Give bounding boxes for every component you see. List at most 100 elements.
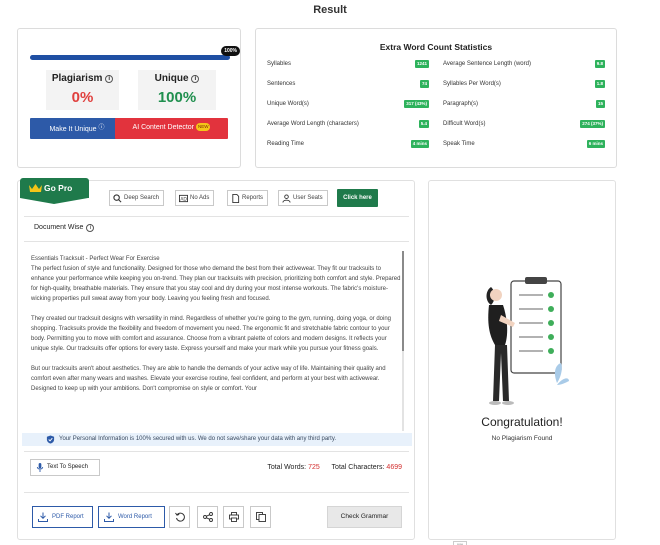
unique-box: Unique i 100% xyxy=(138,70,216,110)
total-words-value: 725 xyxy=(308,464,320,471)
reload-icon xyxy=(175,512,185,522)
print-button[interactable] xyxy=(223,506,244,528)
word-report-button[interactable]: Word Report xyxy=(98,506,165,528)
download-icon xyxy=(38,512,48,522)
editor-card: Go Pro Deep Search AD No Ads Reports Use… xyxy=(17,178,415,540)
print-icon xyxy=(229,512,239,522)
total-characters-value: 4699 xyxy=(386,464,402,471)
text-to-speech-button[interactable]: Text To Speech xyxy=(30,459,100,476)
stat-value: 1241 xyxy=(414,60,429,68)
reports-button[interactable]: Reports xyxy=(227,190,269,206)
divider xyxy=(24,451,409,452)
copy-button[interactable] xyxy=(250,506,271,528)
stat-label: Speak Time xyxy=(443,141,475,147)
stat-row: Syllables 1241 xyxy=(267,59,429,71)
divider xyxy=(24,216,409,217)
stat-label: Sentences xyxy=(267,81,296,87)
congrats-subtitle: No Plagiarism Found xyxy=(491,435,553,442)
info-icon[interactable]: i xyxy=(191,75,200,83)
click-here-button[interactable]: Click here xyxy=(337,189,378,207)
svg-text:AD: AD xyxy=(180,196,187,202)
user-seats-button[interactable]: User Seats xyxy=(278,190,328,206)
progress-bar: 100% xyxy=(30,46,240,60)
no-ads-label: No Ads xyxy=(190,195,210,201)
stat-value: 74 xyxy=(419,80,429,88)
make-unique-label: Make It Unique xyxy=(49,126,97,133)
user-seats-label: User Seats xyxy=(293,195,323,201)
document-text-area[interactable]: Essentials Tracksuit - Perfect Wear For … xyxy=(31,254,403,430)
stat-row: Sentences 74 xyxy=(267,79,429,91)
share-button[interactable] xyxy=(197,506,218,528)
document-paragraph: They created our tracksuit designs with … xyxy=(31,316,392,352)
stat-value: 274 (37%) xyxy=(580,120,605,128)
reload-button[interactable] xyxy=(169,506,190,528)
stat-row: Unique Word(s) 317 (43%) xyxy=(267,99,429,111)
plagiarism-value: 0% xyxy=(71,89,94,106)
deep-search-label: Deep Search xyxy=(124,195,160,201)
ai-content-detector-button[interactable]: AI Content Detector NEW xyxy=(115,118,228,139)
total-words-label: Total Words: xyxy=(267,464,307,471)
document-icon xyxy=(232,194,240,203)
plagiarism-box: Plagiarism i 0% xyxy=(46,70,119,110)
scrollbar[interactable] xyxy=(402,251,404,431)
scrollbar-thumb[interactable] xyxy=(402,251,404,351)
reports-label: Reports xyxy=(242,195,264,201)
info-icon[interactable]: i xyxy=(86,224,95,232)
copy-icon xyxy=(256,512,266,522)
go-pro-ribbon xyxy=(20,198,88,204)
info-icon: ⓘ xyxy=(98,125,105,131)
stat-value: 15 xyxy=(595,100,605,108)
page-title: Result xyxy=(313,4,347,16)
result-card: 100% Plagiarism i 0% Unique i 100% Make … xyxy=(17,28,241,168)
pdf-report-button[interactable]: PDF Report xyxy=(32,506,93,528)
check-grammar-button[interactable]: Check Grammar xyxy=(327,506,402,528)
stat-label: Unique Word(s) xyxy=(267,101,309,107)
deep-search-button[interactable]: Deep Search xyxy=(109,190,165,206)
download-icon xyxy=(104,512,114,522)
stat-label: Syllables xyxy=(267,61,292,67)
unique-label: Unique xyxy=(154,73,189,84)
ad-block-icon: AD xyxy=(179,194,188,202)
stat-row: Paragraph(s) 15 xyxy=(443,99,605,111)
progress-badge: 100% xyxy=(221,46,240,56)
progress-fill xyxy=(30,55,230,60)
divider xyxy=(24,492,409,493)
totals: Total Words: 725 Total Characters: 4699 xyxy=(267,464,402,471)
stat-value: 317 (43%) xyxy=(404,100,429,108)
secure-notice-text: Your Personal Information is 100% secure… xyxy=(59,436,337,442)
make-unique-button[interactable]: Make It Unique ⓘ xyxy=(30,118,124,139)
stat-value: 4 mins xyxy=(410,140,429,148)
extra-stats-card: Extra Word Count Statistics Syllables 124… xyxy=(255,28,617,168)
congrats-title: Congratulation! xyxy=(481,415,563,429)
user-icon xyxy=(282,194,291,203)
search-icon xyxy=(113,194,122,203)
stat-value: 1.8 xyxy=(594,80,605,88)
document-paragraph: But our tracksuits aren't about aestheti… xyxy=(31,366,386,392)
stat-row: Average Sentence Length (word) 9.8 xyxy=(443,59,605,71)
go-pro-label: Go Pro xyxy=(44,183,73,193)
crown-icon xyxy=(29,184,42,192)
go-pro-button[interactable]: Go Pro xyxy=(20,178,89,198)
stat-row: Speak Time 6 mins xyxy=(443,139,605,151)
stat-label: Difficult Word(s) xyxy=(443,121,486,127)
congrats-card: Congratulation! No Plagiarism Found xyxy=(428,180,616,540)
checklist-illustration-icon xyxy=(486,277,569,405)
stat-value: 6 mins xyxy=(586,140,605,148)
no-ads-button[interactable]: AD No Ads xyxy=(175,190,215,206)
scroll-top-tab[interactable]: cose xyxy=(453,541,467,545)
stat-value: 5.4 xyxy=(418,120,429,128)
pdf-report-label: PDF Report xyxy=(52,514,84,520)
total-characters-label: Total Characters: xyxy=(331,464,385,471)
new-badge: NEW xyxy=(195,123,211,131)
document-wise-label: Document Wise i xyxy=(34,224,95,232)
word-report-label: Word Report xyxy=(118,514,152,520)
document-paragraph: Essentials Tracksuit - Perfect Wear For … xyxy=(31,256,401,302)
info-icon[interactable]: i xyxy=(105,75,114,83)
shield-icon xyxy=(46,435,55,444)
ai-detector-label: AI Content Detector xyxy=(132,124,195,131)
stat-label: Paragraph(s) xyxy=(443,101,479,107)
stat-row: Average Word Length (characters) 5.4 xyxy=(267,119,429,131)
divider xyxy=(24,241,409,242)
document-wise-text: Document Wise xyxy=(34,224,84,231)
tts-label: Text To Speech xyxy=(47,464,88,470)
